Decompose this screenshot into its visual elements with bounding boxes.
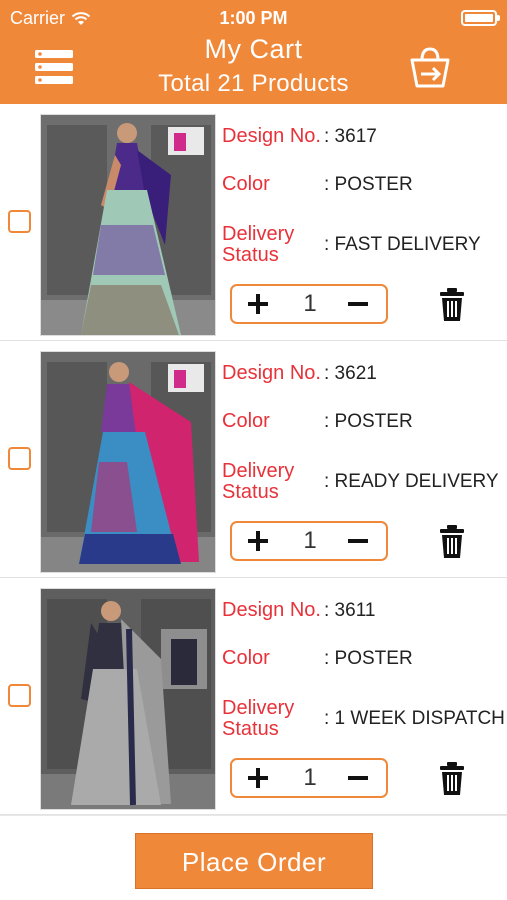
delivery-label-line1: Delivery [222,460,295,482]
cart-item-list: Design No. : 3617 Color : POSTER Deliver… [0,104,507,815]
decrease-quantity-button[interactable] [338,523,378,559]
item-select-checkbox[interactable] [8,684,31,707]
delivery-label: Delivery Status [222,698,294,740]
quantity-value: 1 [303,290,317,317]
product-image [40,588,216,810]
color-value: : POSTER [324,411,413,432]
color-label: Color [222,173,270,195]
product-image [40,114,216,336]
delivery-status-value: : READY DELIVERY [324,471,499,492]
basket-arrow-icon [410,47,450,88]
design-no-value: : 3611 [324,600,376,621]
battery-icon [461,10,500,26]
delivery-label-line2: Status [222,718,279,740]
delivery-label-line1: Delivery [222,223,295,245]
color-value: : POSTER [324,174,413,195]
delivery-label-line1: Delivery [222,697,295,719]
quantity-value: 1 [303,527,317,554]
delivery-label: Delivery Status [222,461,294,503]
quantity-stepper: 1 [230,521,388,561]
cart-item: Design No. : 3617 Color : POSTER Deliver… [0,104,507,341]
product-image [40,351,216,573]
delivery-label: Delivery Status [222,224,294,266]
design-no-label: Design No. [222,362,321,384]
color-label: Color [222,410,270,432]
increase-quantity-button[interactable] [238,760,278,796]
color-value: : POSTER [324,648,413,669]
design-no-value: : 3621 [324,363,377,384]
color-label: Color [222,647,270,669]
cart-checkout-button[interactable] [410,46,450,88]
delete-item-button[interactable] [438,762,466,796]
minus-icon [348,302,368,306]
delivery-label-line2: Status [222,244,279,266]
increase-quantity-button[interactable] [238,286,278,322]
plus-icon [248,294,268,314]
quantity-value: 1 [303,764,317,791]
place-order-button[interactable]: Place Order [135,833,373,889]
status-time: 1:00 PM [219,8,288,28]
trash-icon [440,762,464,795]
quantity-stepper: 1 [230,758,388,798]
decrease-quantity-button[interactable] [338,286,378,322]
status-bar: Carrier 1:00 PM [0,0,507,36]
item-select-checkbox[interactable] [8,447,31,470]
minus-icon [348,539,368,543]
footer-bar: Place Order [0,815,507,900]
increase-quantity-button[interactable] [238,523,278,559]
delivery-label-line2: Status [222,481,279,503]
item-select-checkbox[interactable] [8,210,31,233]
cart-item: Design No. : 3611 Color : POSTER Deliver… [0,578,507,815]
delivery-status-value: : 1 WEEK DISPATCH [324,708,505,729]
delivery-status-value: : FAST DELIVERY [324,234,481,255]
decrease-quantity-button[interactable] [338,760,378,796]
design-no-label: Design No. [222,599,321,621]
trash-icon [440,288,464,321]
trash-icon [440,525,464,558]
design-no-label: Design No. [222,125,321,147]
cart-item: Design No. : 3621 Color : POSTER Deliver… [0,341,507,578]
minus-icon [348,776,368,780]
design-no-value: : 3617 [324,126,377,147]
quantity-stepper: 1 [230,284,388,324]
delete-item-button[interactable] [438,525,466,559]
plus-icon [248,768,268,788]
delete-item-button[interactable] [438,288,466,322]
app-header: Carrier 1:00 PM My Cart Total 21 Product… [0,0,507,104]
plus-icon [248,531,268,551]
